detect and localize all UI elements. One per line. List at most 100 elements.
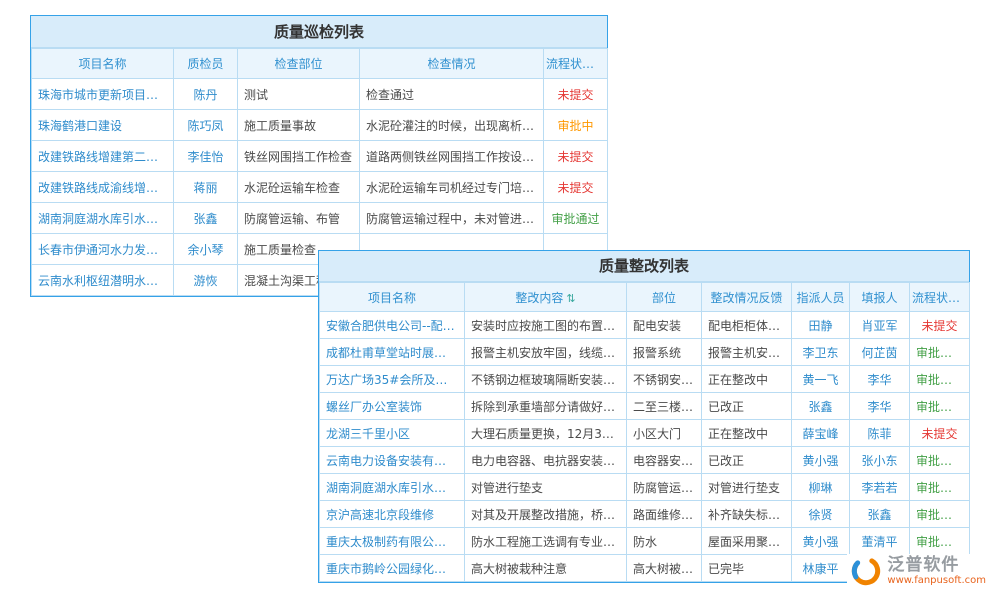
person-cell: 张小东 (850, 447, 910, 474)
text-cell: 不锈钢安装... (627, 366, 702, 393)
person-cell: 陈丹 (174, 79, 238, 110)
text-cell: 对管进行垫支 (465, 474, 627, 501)
project-name-cell[interactable]: 湖南洞庭湖水库引水工... (32, 203, 174, 234)
person-cell: 黄一飞 (792, 366, 850, 393)
project-name-cell[interactable]: 改建铁路线成渝线增建第... (32, 172, 174, 203)
column-header-label: 填报人 (861, 291, 897, 305)
project-name-cell[interactable]: 珠海鹤港口建设 (32, 110, 174, 141)
project-name-cell[interactable]: 重庆太极制药有限公司嘉州中... (320, 528, 465, 555)
project-name-cell[interactable]: 成都杜甫草堂站时展厅独立展... (320, 339, 465, 366)
sort-icon[interactable]: ⇅ (597, 58, 606, 71)
project-name-cell[interactable]: 改建铁路线增建第二线... (32, 141, 174, 172)
project-name-cell[interactable]: 螺丝厂办公室装饰 (320, 393, 465, 420)
column-header[interactable]: 质检员 (174, 49, 238, 79)
text-cell: 对管进行垫支 (702, 474, 792, 501)
text-cell: 道路两侧铁丝网围挡工作按设计... (360, 141, 544, 172)
project-name-cell[interactable]: 龙湖三千里小区 (320, 420, 465, 447)
column-header[interactable]: 检查部位 (238, 49, 360, 79)
person-cell: 蒋丽 (174, 172, 238, 203)
inspection-table-title: 质量巡检列表 (31, 16, 607, 48)
text-cell: 报警系统 (627, 339, 702, 366)
text-cell: 高大树被栽种注意 (465, 555, 627, 582)
person-cell: 陈巧凤 (174, 110, 238, 141)
text-cell: 水泥砼运输车检查 (238, 172, 360, 203)
column-header-label: 质检员 (187, 57, 223, 71)
fanpu-logo-icon (851, 556, 881, 586)
person-cell: 张鑫 (792, 393, 850, 420)
status-cell: 审批通过 (910, 501, 970, 528)
text-cell: 已改正 (702, 447, 792, 474)
person-cell: 林康平 (792, 555, 850, 582)
column-header[interactable]: 流程状态⇅ (910, 283, 970, 312)
text-cell: 大理石质量更换，12月31日之... (465, 420, 627, 447)
text-cell: 电力电容器、电抗器安装方案,... (465, 447, 627, 474)
text-cell: 安装时应按施工图的布置，将... (465, 312, 627, 339)
text-cell: 高大树被栽种 (627, 555, 702, 582)
column-header[interactable]: 指派人员 (792, 283, 850, 312)
person-cell: 柳琳 (792, 474, 850, 501)
table-row: 安徽合肥供电公司--配电设备...安装时应按施工图的布置，将...配电安装配电柜… (320, 312, 970, 339)
status-cell: 未提交 (544, 172, 608, 203)
text-cell: 屋面采用聚氨... (702, 528, 792, 555)
table-row: 龙湖三千里小区大理石质量更换，12月31日之...小区大门正在整改中薛宝峰陈菲未… (320, 420, 970, 447)
status-cell: 审批通过 (910, 366, 970, 393)
column-header[interactable]: 填报人 (850, 283, 910, 312)
column-header[interactable]: 整改情况反馈 (702, 283, 792, 312)
person-cell: 李若若 (850, 474, 910, 501)
column-header[interactable]: 部位 (627, 283, 702, 312)
text-cell: 拆除到承重墙部分请做好加固... (465, 393, 627, 420)
status-cell: 未提交 (544, 141, 608, 172)
table-row: 改建铁路线增建第二线...李佳怡铁丝网围挡工作检查道路两侧铁丝网围挡工作按设计.… (32, 141, 608, 172)
project-name-cell[interactable]: 重庆市鹅岭公园绿化景观提升... (320, 555, 465, 582)
project-name-cell[interactable]: 云南水利枢纽潜明水库... (32, 265, 174, 296)
sort-icon[interactable]: ⇅ (963, 292, 969, 305)
person-cell: 黄小强 (792, 528, 850, 555)
rectification-table-title: 质量整改列表 (319, 251, 969, 282)
table-row: 京沪高速北京段维修对其及开展整改措施，桥头...路面维修检...补齐缺失标志..… (320, 501, 970, 528)
project-name-cell[interactable]: 安徽合肥供电公司--配电设备... (320, 312, 465, 339)
person-cell: 何芷茵 (850, 339, 910, 366)
table-row: 云南电力设备安装有限公司20...电力电容器、电抗器安装方案,...电容器安装.… (320, 447, 970, 474)
person-cell: 董清平 (850, 528, 910, 555)
page: { "inspection_table": { "title": "质量巡检列表… (0, 0, 1000, 600)
table-row: 螺丝厂办公室装饰拆除到承重墙部分请做好加固...二至三楼混...已改正张鑫李华审… (320, 393, 970, 420)
text-cell: 配电柜柜体与... (702, 312, 792, 339)
text-cell: 正在整改中 (702, 420, 792, 447)
watermark-brand: 泛普软件 (887, 556, 986, 575)
person-cell: 肖亚军 (850, 312, 910, 339)
column-header[interactable]: 项目名称 (32, 49, 174, 79)
status-cell: 未提交 (910, 420, 970, 447)
table-row: 改建铁路线成渝线增建第...蒋丽水泥砼运输车检查水泥砼运输车司机经过专门培训..… (32, 172, 608, 203)
text-cell: 水泥砼灌注的时候，出现离析现象 (360, 110, 544, 141)
project-name-cell[interactable]: 云南电力设备安装有限公司20... (320, 447, 465, 474)
text-cell: 对其及开展整改措施，桥头... (465, 501, 627, 528)
project-name-cell[interactable]: 湖南洞庭湖水库引水工程施工... (320, 474, 465, 501)
text-cell: 不锈钢边框玻璃隔断安装不牢... (465, 366, 627, 393)
column-header[interactable]: 流程状态⇅ (544, 49, 608, 79)
text-cell: 二至三楼混... (627, 393, 702, 420)
status-cell: 未提交 (544, 79, 608, 110)
column-header-label: 项目名称 (78, 57, 126, 71)
person-cell: 田静 (792, 312, 850, 339)
column-header-label: 整改情况反馈 (710, 291, 782, 305)
text-cell: 测试 (238, 79, 360, 110)
sort-icon[interactable]: ⇅ (566, 292, 575, 305)
project-name-cell[interactable]: 京沪高速北京段维修 (320, 501, 465, 528)
text-cell: 水泥砼运输车司机经过专门培训... (360, 172, 544, 203)
column-header[interactable]: 项目名称 (320, 283, 465, 312)
column-header[interactable]: 检查情况 (360, 49, 544, 79)
person-cell: 余小琴 (174, 234, 238, 265)
column-header-label: 流程状态 (912, 291, 960, 305)
project-name-cell[interactable]: 万达广场35#会所及咖啡厅空... (320, 366, 465, 393)
status-cell: 审批通过 (910, 393, 970, 420)
person-cell: 张鑫 (174, 203, 238, 234)
watermark-url[interactable]: www.fanpusoft.com (887, 575, 986, 586)
table-row: 重庆太极制药有限公司嘉州中...防水工程施工选调有专业资质...防水屋面采用聚氨… (320, 528, 970, 555)
person-cell: 李佳怡 (174, 141, 238, 172)
project-name-cell[interactable]: 珠海市城市更新项目紫... (32, 79, 174, 110)
text-cell: 检查通过 (360, 79, 544, 110)
project-name-cell[interactable]: 长春市伊通河水力发电... (32, 234, 174, 265)
person-cell: 薛宝峰 (792, 420, 850, 447)
person-cell: 游恢 (174, 265, 238, 296)
column-header[interactable]: 整改内容⇅ (465, 283, 627, 312)
